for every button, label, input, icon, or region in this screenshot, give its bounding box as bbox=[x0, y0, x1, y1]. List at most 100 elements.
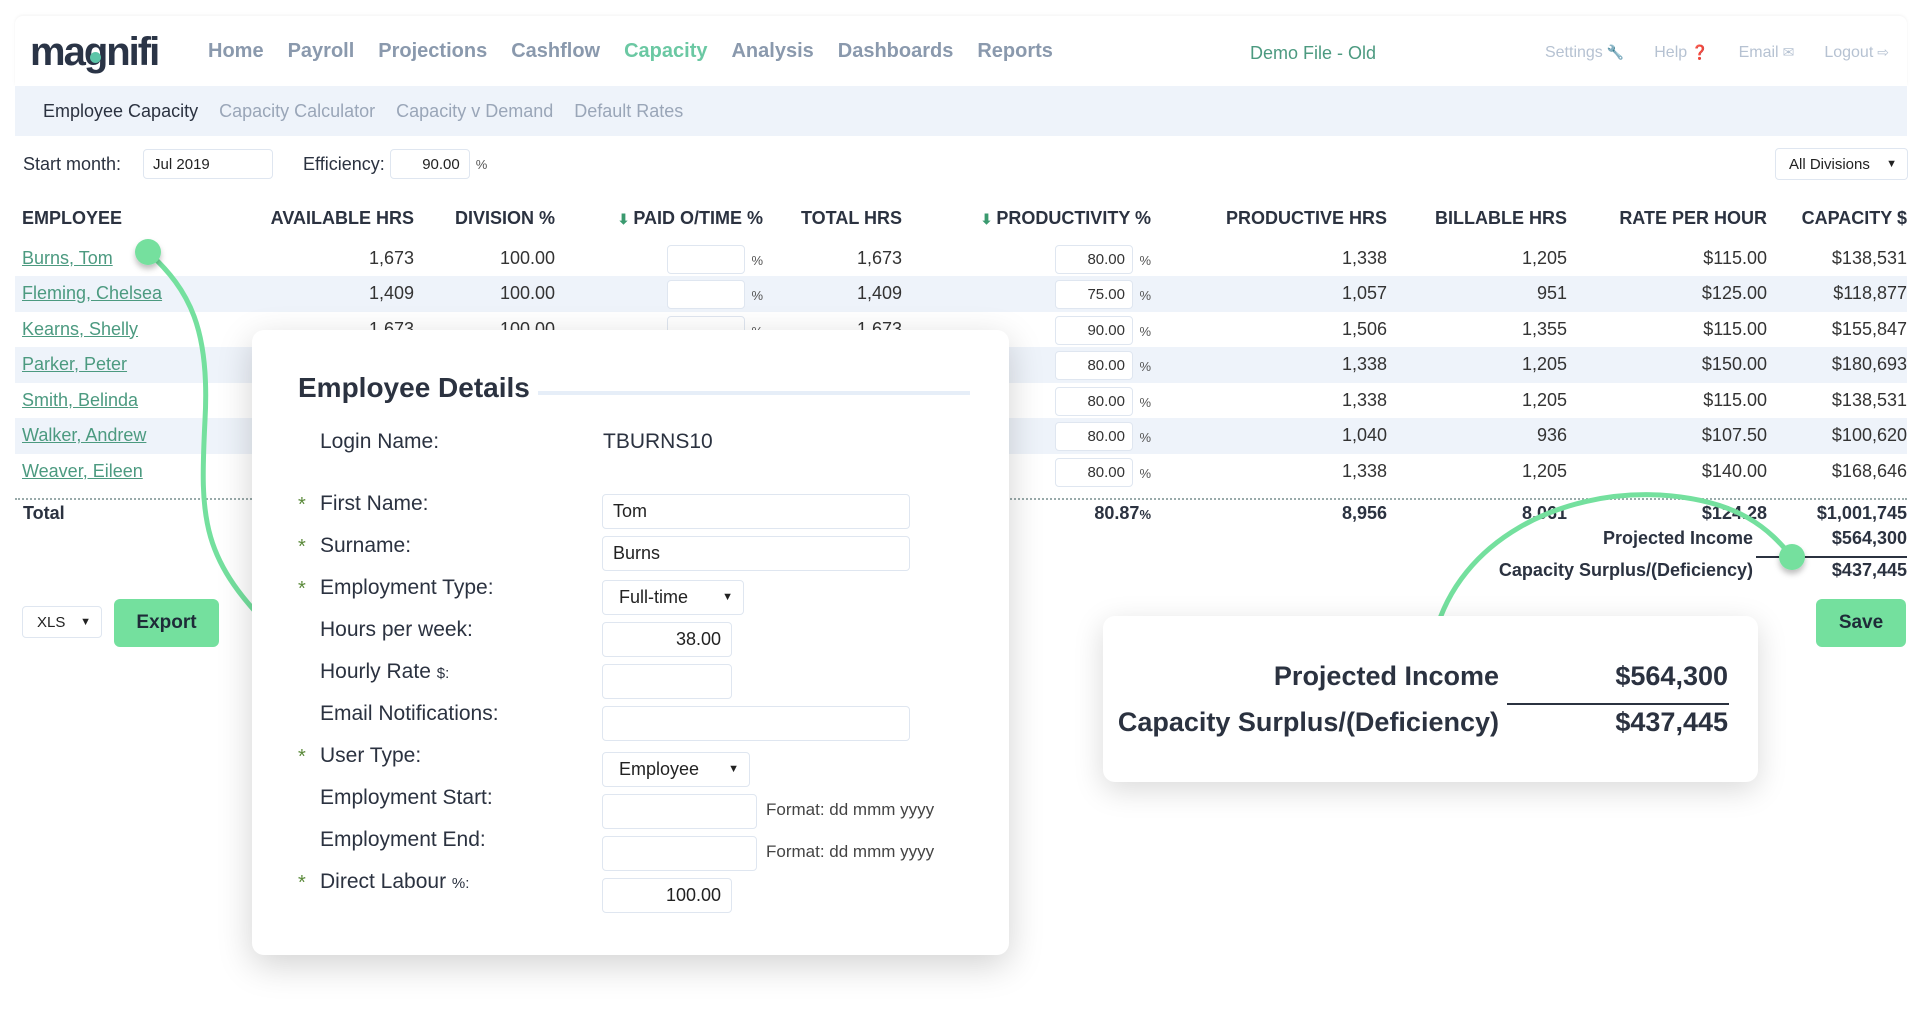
productive-hrs: 1,338 bbox=[1341, 389, 1387, 410]
productivity-input[interactable]: 80.00 bbox=[1055, 244, 1133, 274]
settings-link[interactable]: Settings 🔧 bbox=[1545, 44, 1624, 62]
export-button[interactable]: Export bbox=[114, 599, 219, 647]
nav-payroll[interactable]: Payroll bbox=[288, 40, 355, 63]
email-link[interactable]: Email ✉ bbox=[1739, 44, 1795, 62]
surname-input[interactable]: Burns bbox=[602, 536, 910, 571]
paid-overtime-input[interactable] bbox=[667, 244, 745, 274]
header-paid-overtime[interactable]: ⬇ Paid O/Time % bbox=[618, 208, 763, 229]
productivity-input[interactable]: 80.00 bbox=[1055, 422, 1133, 451]
total-label: Total bbox=[23, 503, 65, 523]
employee-link[interactable]: Burns, Tom bbox=[22, 248, 113, 269]
available-hrs: 1,409 bbox=[368, 283, 414, 303]
file-name[interactable]: Demo File - Old bbox=[1250, 43, 1376, 64]
nav-capacity[interactable]: Capacity bbox=[624, 40, 707, 63]
total-billable-hrs: 8,061 bbox=[1521, 503, 1567, 523]
settings-label: Settings bbox=[1544, 44, 1603, 61]
paid-overtime-input[interactable] bbox=[667, 280, 745, 309]
header-productivity[interactable]: ⬇ Productivity % bbox=[981, 208, 1151, 229]
hours-input[interactable]: 38.00 bbox=[602, 622, 732, 657]
productive-hrs: 1,057 bbox=[1341, 283, 1387, 303]
export-format-select[interactable]: XLS ▼ bbox=[22, 606, 102, 638]
efficiency-input[interactable]: 90.00 bbox=[389, 149, 470, 179]
right-nav: Settings 🔧 Help ❓ Email ✉ Logout ⇨ bbox=[1545, 44, 1889, 62]
tab-default-rates[interactable]: Default Rates bbox=[574, 101, 683, 122]
header-available-hrs[interactable]: Available Hrs bbox=[271, 208, 414, 229]
billable-hrs: 1,205 bbox=[1521, 354, 1567, 374]
first-name-input[interactable]: Tom bbox=[602, 494, 910, 529]
tab-capacity-v-demand[interactable]: Capacity v Demand bbox=[396, 101, 553, 122]
user-type-label: User Type: bbox=[320, 744, 422, 767]
logout-link[interactable]: Logout ⇨ bbox=[1824, 44, 1889, 62]
header-billable-hrs[interactable]: Billable Hrs bbox=[1435, 208, 1567, 229]
header-division[interactable]: Division % bbox=[455, 208, 555, 229]
header-employee[interactable]: Employee bbox=[22, 208, 122, 229]
chevron-down-icon: ▼ bbox=[80, 616, 91, 628]
logout-label: Logout bbox=[1824, 44, 1874, 61]
email-notifications-label: Email Notifications: bbox=[320, 702, 499, 725]
productivity-input[interactable]: 80.00 bbox=[1055, 351, 1133, 380]
nav-projections[interactable]: Projections bbox=[378, 40, 487, 63]
employee-details-modal: Employee Details Login Name: TBURNS10 * … bbox=[252, 330, 1009, 955]
total-productivity-value: 80.87 bbox=[1094, 503, 1140, 523]
table-row: Burns, Tom 1,673 100.00% 1,673 80.00% 1,338 1,… bbox=[15, 241, 1907, 277]
header-productive-hrs[interactable]: Productive Hrs bbox=[1226, 208, 1387, 229]
employee-link[interactable]: Smith, Belinda bbox=[22, 390, 138, 411]
employee-link[interactable]: Fleming, Chelsea bbox=[22, 283, 162, 304]
login-name-label: Login Name: bbox=[320, 430, 440, 453]
total-capacity: $1,001,745 bbox=[1816, 503, 1907, 523]
nav-analysis[interactable]: Analysis bbox=[731, 40, 813, 63]
productivity-input[interactable]: 80.00 bbox=[1055, 457, 1133, 487]
employment-type-select[interactable]: Full-time ▼ bbox=[602, 580, 744, 615]
start-month-input[interactable]: Jul 2019 bbox=[143, 149, 274, 179]
rate-per-hour: $115.00 bbox=[1703, 318, 1767, 339]
save-button[interactable]: Save bbox=[1816, 599, 1906, 647]
billable-hrs: 951 bbox=[1536, 283, 1567, 303]
employee-link[interactable]: Weaver, Eileen bbox=[22, 461, 143, 482]
billable-hrs: 1,205 bbox=[1521, 389, 1567, 410]
tab-employee-capacity[interactable]: Employee Capacity bbox=[43, 101, 198, 122]
productivity-input[interactable]: 80.00 bbox=[1055, 386, 1133, 416]
productivity-input[interactable]: 75.00 bbox=[1055, 280, 1133, 309]
total-productivity-percent: % bbox=[1139, 507, 1151, 522]
field-first-name: * First Name: Tom bbox=[298, 492, 988, 532]
field-email-notifications: Email Notifications: bbox=[298, 702, 988, 742]
header-rate-per-hour[interactable]: Rate per Hour bbox=[1619, 208, 1767, 229]
nav-dashboards[interactable]: Dashboards bbox=[838, 40, 954, 63]
required-icon: * bbox=[298, 578, 306, 600]
header-capacity[interactable]: Capacity $ bbox=[1802, 208, 1907, 229]
help-link[interactable]: Help ❓ bbox=[1654, 44, 1708, 62]
field-hours-per-week: Hours per week: 38.00 bbox=[298, 618, 988, 658]
summary-divider bbox=[1756, 556, 1907, 558]
employment-start-input[interactable] bbox=[602, 794, 757, 829]
logo[interactable]: magnifi bbox=[30, 30, 160, 75]
employee-link[interactable]: Walker, Andrew bbox=[22, 425, 146, 446]
productivity-percent: % bbox=[1139, 323, 1151, 339]
direct-labour-text: Direct Labour bbox=[320, 870, 447, 893]
nav-cashflow[interactable]: Cashflow bbox=[511, 40, 600, 63]
productivity-input[interactable]: 90.00 bbox=[1055, 315, 1133, 345]
tab-capacity-calculator[interactable]: Capacity Calculator bbox=[219, 101, 375, 122]
help-label: Help bbox=[1654, 44, 1688, 61]
efficiency-label: Efficiency: bbox=[303, 153, 385, 174]
rate-per-hour: $125.00 bbox=[1701, 283, 1767, 303]
direct-labour-input[interactable]: 100.00 bbox=[602, 878, 732, 913]
rate-per-hour: $115.00 bbox=[1703, 247, 1767, 268]
nav-home[interactable]: Home bbox=[208, 40, 264, 63]
productivity-percent: % bbox=[1139, 394, 1151, 410]
sub-nav: Employee Capacity Capacity Calculator Ca… bbox=[15, 86, 1907, 136]
user-type-select[interactable]: Employee ▼ bbox=[602, 752, 750, 787]
login-name-value: TBURNS10 bbox=[603, 430, 713, 453]
division-select[interactable]: All Divisions ▼ bbox=[1775, 148, 1908, 180]
employee-link[interactable]: Parker, Peter bbox=[22, 354, 127, 375]
header-total-hrs[interactable]: Total Hrs bbox=[801, 208, 902, 229]
nav-reports[interactable]: Reports bbox=[977, 40, 1053, 63]
required-icon: * bbox=[298, 494, 306, 516]
email-notifications-input[interactable] bbox=[602, 706, 910, 741]
hourly-rate-input[interactable] bbox=[602, 664, 732, 699]
employment-end-input[interactable] bbox=[602, 836, 757, 871]
callout-divider bbox=[1507, 703, 1729, 705]
employee-link[interactable]: Kearns, Shelly bbox=[22, 319, 138, 340]
field-hourly-rate: Hourly Rate $: bbox=[298, 660, 988, 700]
productive-hrs: 1,506 bbox=[1341, 318, 1387, 339]
title-divider bbox=[538, 391, 970, 395]
